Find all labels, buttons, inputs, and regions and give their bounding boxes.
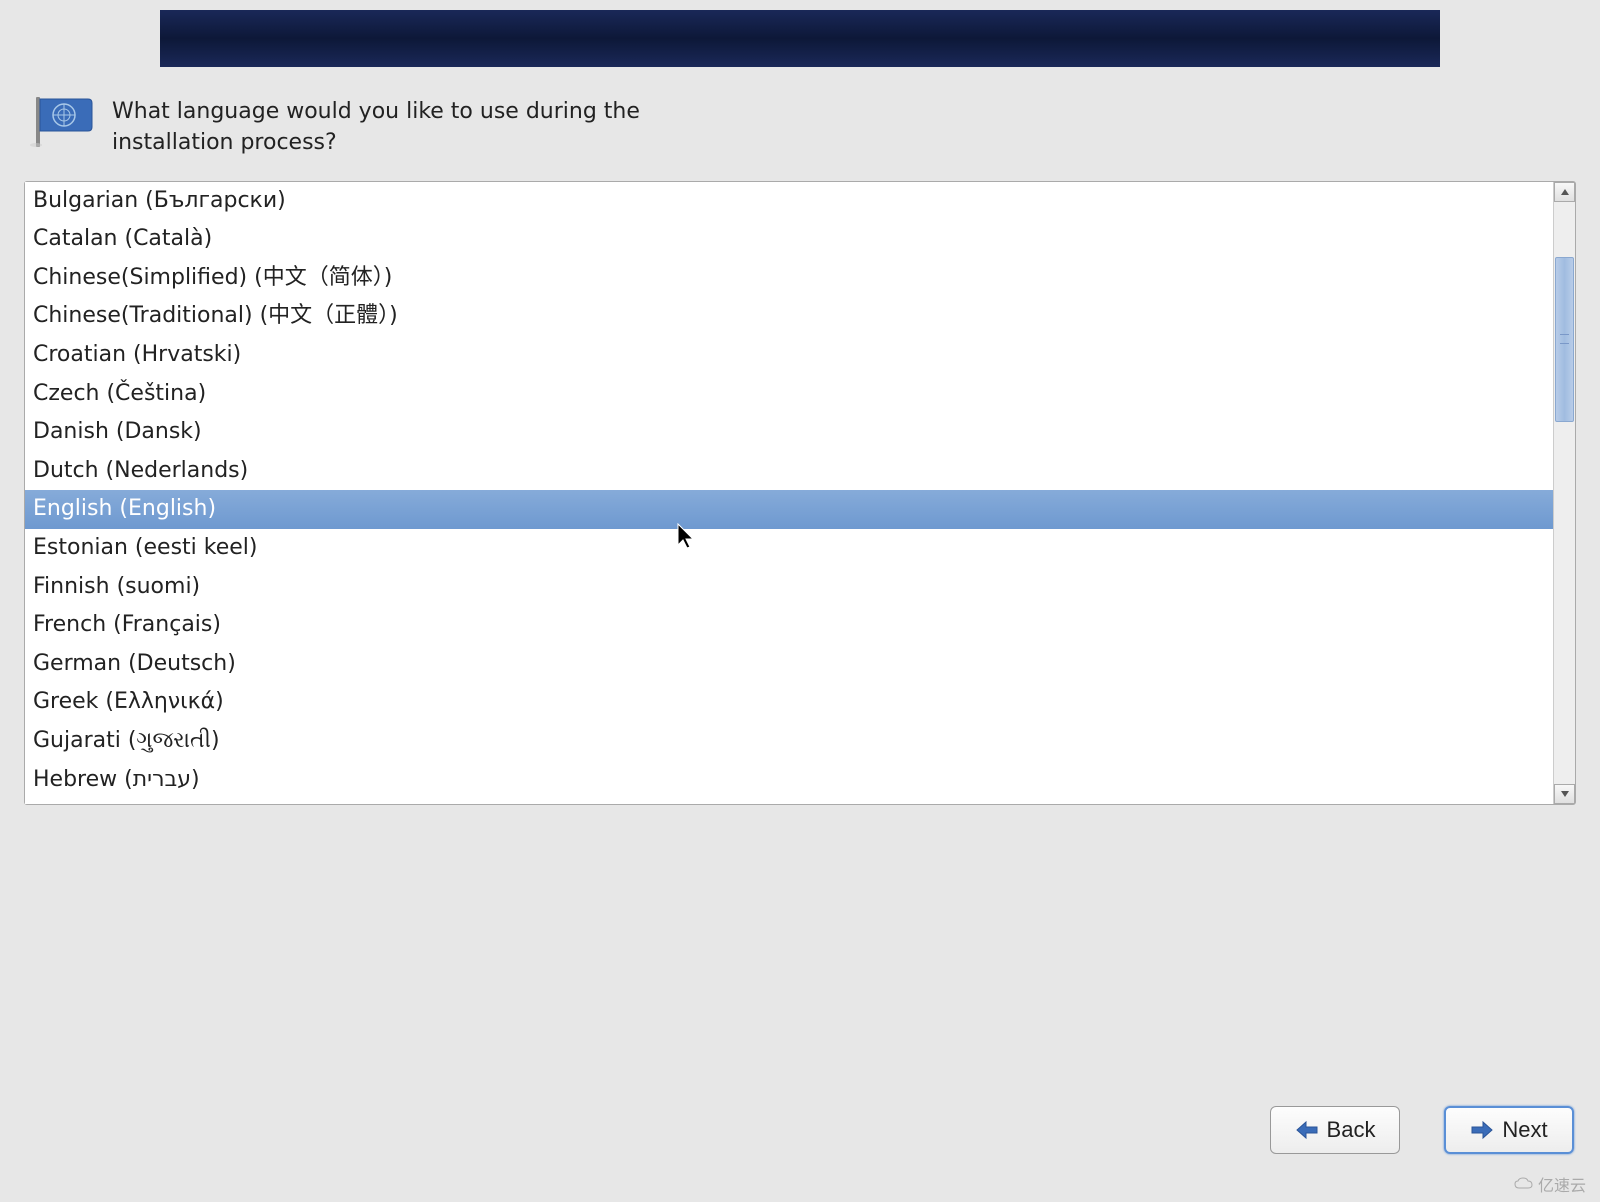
arrow-right-icon: [1470, 1120, 1494, 1140]
scrollbar[interactable]: [1553, 182, 1575, 804]
language-item[interactable]: Dutch (Nederlands): [25, 452, 1553, 491]
language-item[interactable]: Croatian (Hrvatski): [25, 336, 1553, 375]
language-item[interactable]: Chinese(Simplified) (中文（简体）): [25, 259, 1553, 298]
language-item[interactable]: Finnish (suomi): [25, 568, 1553, 607]
language-item[interactable]: Hebrew (עברית): [25, 761, 1553, 800]
watermark: 亿速云: [1514, 1172, 1586, 1196]
language-item[interactable]: Hindi (हिन्दी): [25, 799, 1553, 804]
prompt-text: What language would you like to use duri…: [112, 93, 712, 159]
cloud-icon: [1514, 1177, 1534, 1191]
button-bar: Back Next: [1270, 1106, 1574, 1154]
language-item[interactable]: German (Deutsch): [25, 645, 1553, 684]
language-item[interactable]: Bulgarian (Български): [25, 182, 1553, 221]
language-item[interactable]: English (English): [25, 490, 1553, 529]
language-item[interactable]: French (Français): [25, 606, 1553, 645]
next-button[interactable]: Next: [1444, 1106, 1574, 1154]
language-item[interactable]: Estonian (eesti keel): [25, 529, 1553, 568]
back-button[interactable]: Back: [1270, 1106, 1400, 1154]
scroll-thumb[interactable]: [1555, 257, 1574, 422]
language-item[interactable]: Danish (Dansk): [25, 413, 1553, 452]
back-button-label: Back: [1327, 1117, 1376, 1143]
language-item[interactable]: Catalan (Català): [25, 220, 1553, 259]
language-item[interactable]: Czech (Čeština): [25, 375, 1553, 414]
scroll-down-button[interactable]: [1554, 784, 1575, 804]
language-item[interactable]: Chinese(Traditional) (中文（正體）): [25, 297, 1553, 336]
language-item[interactable]: Greek (Ελληνικά): [25, 683, 1553, 722]
scroll-up-button[interactable]: [1554, 182, 1575, 202]
language-item[interactable]: Gujarati (ગુજરાતી): [25, 722, 1553, 761]
language-list[interactable]: Bulgarian (Български)Catalan (Català)Chi…: [25, 182, 1553, 804]
scroll-track[interactable]: [1554, 202, 1575, 784]
language-list-container: Bulgarian (Български)Catalan (Català)Chi…: [24, 181, 1576, 805]
next-button-label: Next: [1502, 1117, 1547, 1143]
arrow-left-icon: [1295, 1120, 1319, 1140]
installer-window: What language would you like to use duri…: [0, 0, 1600, 1202]
header-banner: [160, 10, 1440, 67]
watermark-text: 亿速云: [1538, 1172, 1586, 1196]
prompt-section: What language would you like to use duri…: [0, 67, 1600, 177]
language-flag-icon: [28, 93, 98, 149]
